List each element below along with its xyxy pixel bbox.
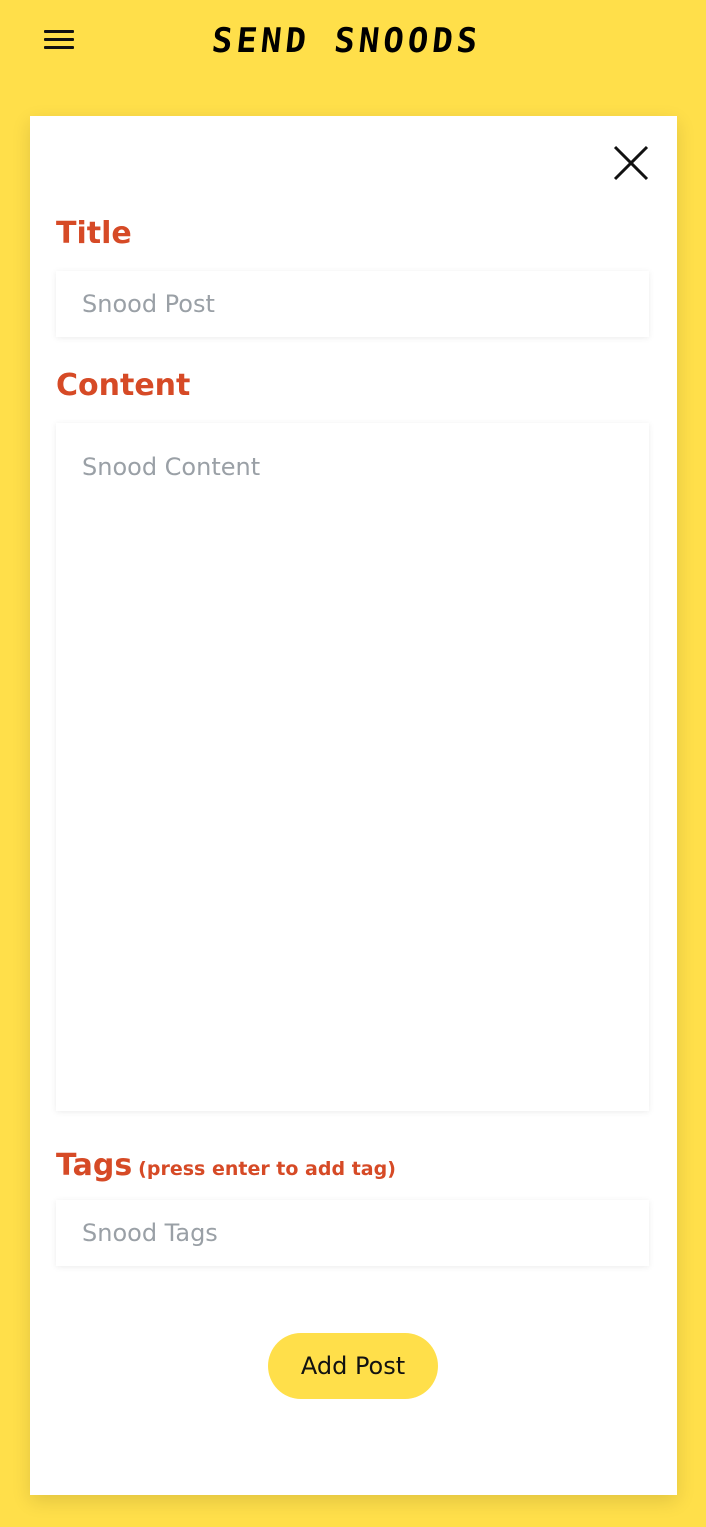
tags-label-text: Tags bbox=[56, 1148, 133, 1183]
menu-bar bbox=[44, 46, 74, 49]
add-post-button[interactable]: Add Post bbox=[268, 1333, 438, 1399]
content-label: Content bbox=[56, 368, 191, 403]
app-logo[interactable]: SEND SNOODS bbox=[210, 18, 505, 64]
close-icon[interactable] bbox=[610, 142, 652, 184]
menu-bar bbox=[44, 30, 74, 33]
tags-input[interactable] bbox=[56, 1200, 649, 1266]
new-post-modal: Title Content Tags(press enter to add ta… bbox=[30, 116, 677, 1495]
menu-bar bbox=[44, 38, 74, 41]
title-input[interactable] bbox=[56, 271, 649, 337]
app-header: SEND SNOODS bbox=[0, 0, 706, 90]
title-label: Title bbox=[56, 216, 132, 251]
tags-hint: (press enter to add tag) bbox=[138, 1158, 396, 1180]
content-textarea[interactable] bbox=[56, 423, 649, 1111]
hamburger-menu-icon[interactable] bbox=[40, 24, 80, 56]
tags-label: Tags (press enter to add tag) bbox=[56, 1146, 396, 1189]
